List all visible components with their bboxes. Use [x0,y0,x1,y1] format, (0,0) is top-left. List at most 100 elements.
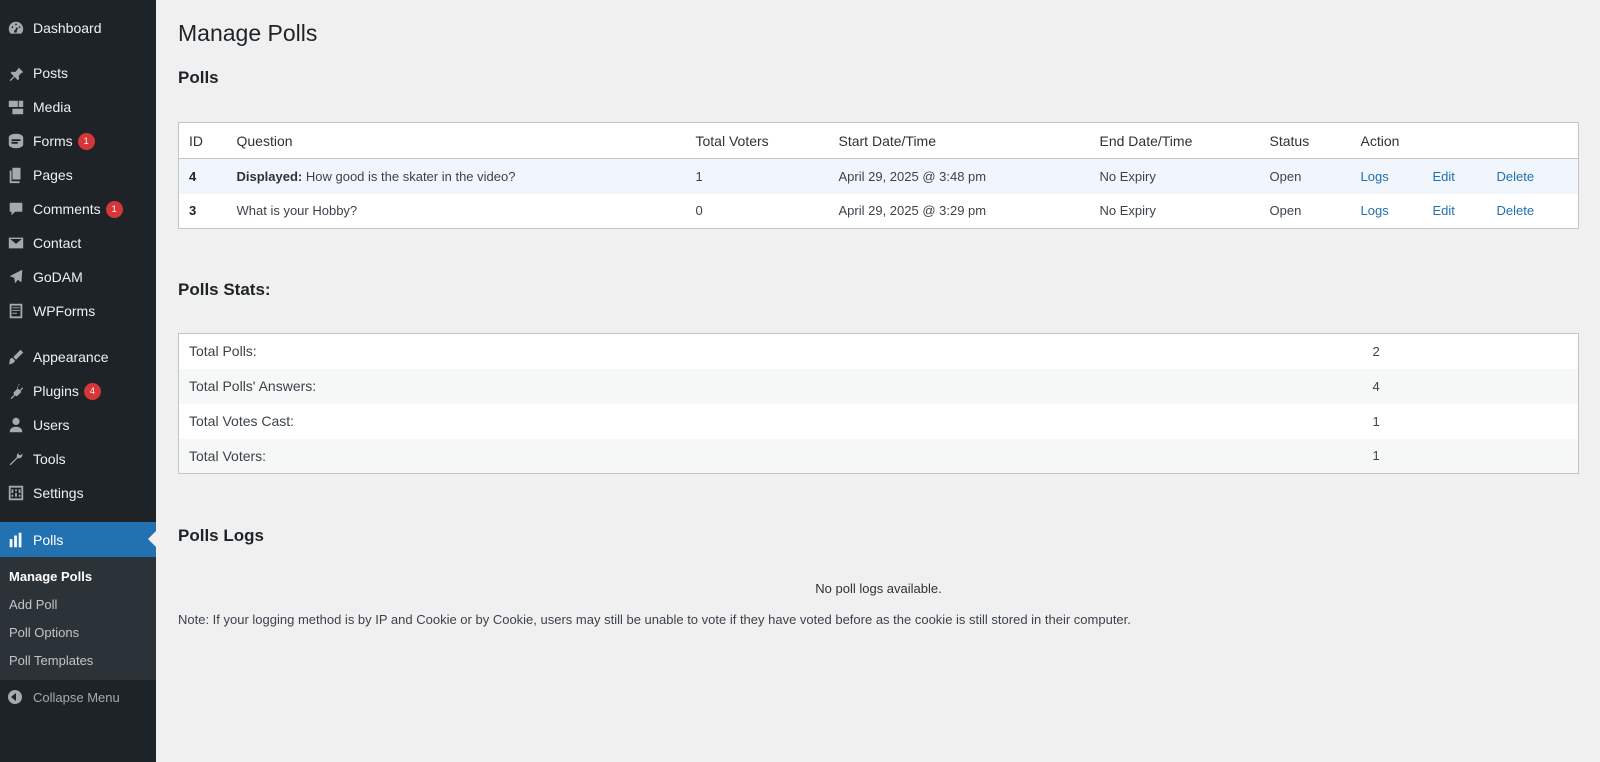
sidebar-item-label: Pages [33,167,73,183]
stat-value: 2 [1372,343,1380,359]
plugin-icon [6,381,26,401]
column-header-id: ID [178,122,227,159]
poll-voters: 1 [685,158,829,194]
poll-voters: 0 [695,203,703,219]
brush-icon [6,347,26,367]
page-title: Manage Polls [178,20,318,46]
edit-link[interactable]: Edit [1433,169,1455,184]
forms-icon [6,131,26,151]
notification-badge: 1 [77,132,95,150]
column-header-action: Action [1350,122,1579,159]
question-text: What is your Hobby? [236,203,358,219]
logs-heading: Polls Logs [178,526,264,545]
sidebar-item-media[interactable]: Media [0,90,156,124]
column-header-status: Status [1259,122,1351,159]
notification-badge: 1 [105,200,123,218]
sidebar-item-forms[interactable]: Forms 1 [0,124,156,158]
submenu-add-poll[interactable]: Add Poll [9,597,57,612]
notification-badge: 4 [83,382,101,400]
sidebar-item-contact[interactable]: Contact [0,226,156,260]
sidebar-item-label: Settings [33,485,84,501]
sidebar-item-posts[interactable]: Posts [0,56,156,90]
sidebar-item-label: GoDAM [33,269,83,285]
stats-row: Total Votes Cast: 1 [179,404,1579,439]
poll-question: What is your Hobby? [227,194,686,229]
sidebar-item-label: Comments [33,201,101,217]
stat-label: Total Polls' Answers: [178,368,1363,404]
settings-icon [6,483,26,503]
user-icon [6,415,26,435]
sidebar-item-plugins[interactable]: Plugins 4 [0,374,156,408]
submenu-poll-templates[interactable]: Poll Templates [9,653,93,668]
comment-icon [6,199,26,219]
admin-sidebar: Dashboard Posts Media Forms 1 Pages Comm… [0,0,156,762]
polls-submenu: Manage Polls Add Poll Poll Options Poll … [0,557,156,680]
edit-link[interactable]: Edit [1433,203,1455,218]
stats-row: Total Voters: 1 [178,438,1579,474]
polls-table: ID Question Total Voters Start Date/Time… [178,122,1579,229]
stats-row: Total Polls: 2 [179,334,1579,369]
stat-label: Total Voters: [178,438,1363,474]
delete-link[interactable]: Delete [1497,169,1535,184]
stat-label: Total Polls: [189,343,257,360]
poll-end: No Expiry [1089,158,1260,194]
godam-icon [6,267,26,287]
stats-heading: Polls Stats: [178,280,271,299]
submenu-manage-polls[interactable]: Manage Polls [9,569,92,584]
envelope-icon [6,233,26,253]
logging-note: Note: If your logging method is by IP an… [178,612,1131,627]
no-logs-message: No poll logs available. [815,581,942,596]
sidebar-item-label: Media [33,99,72,115]
sidebar-item-label: WPForms [33,303,96,319]
sidebar-item-label: Contact [33,235,82,251]
poll-end: No Expiry [1099,203,1156,219]
sidebar-item-label: Users [33,417,70,433]
stats-table: Total Polls: 2 Total Polls' Answers: 4 T… [178,333,1579,474]
sidebar-item-comments[interactable]: Comments 1 [0,192,156,226]
sidebar-item-label: Posts [33,65,69,81]
sidebar-item-tools[interactable]: Tools [0,442,156,476]
pages-icon [6,165,26,185]
sidebar-item-label: Plugins [33,383,79,399]
sidebar-item-godam[interactable]: GoDAM [0,260,156,294]
question-text: How good is the skater in the video? [305,168,516,184]
poll-status: Open [1269,203,1302,219]
column-header-total-voters: Total Voters [685,122,829,159]
bar-chart-icon [6,530,26,550]
collapse-menu-label: Collapse Menu [33,689,120,705]
sidebar-item-wpforms[interactable]: WPForms [0,294,156,328]
submenu-poll-options[interactable]: Poll Options [9,625,79,640]
dashboard-icon [6,18,26,38]
table-header-row: ID Question Total Voters Start Date/Time… [178,122,1579,159]
media-icon [6,97,26,117]
stats-row: Total Polls' Answers: 4 [178,368,1579,404]
collapse-icon [8,690,22,704]
sidebar-item-label: Polls [33,531,64,548]
poll-id: 3 [189,203,197,219]
sidebar-item-appearance[interactable]: Appearance [0,340,156,374]
sidebar-item-polls[interactable]: Polls [0,522,156,557]
collapse-menu-button[interactable]: Collapse Menu [0,684,156,710]
sidebar-item-users[interactable]: Users [0,408,156,442]
poll-id: 4 [178,158,227,194]
sidebar-item-settings[interactable]: Settings [0,476,156,510]
wrench-icon [6,449,26,469]
stat-value: 1 [1372,413,1380,429]
delete-link[interactable]: Delete [1497,203,1535,218]
column-header-start: Start Date/Time [828,122,1090,159]
sidebar-item-dashboard[interactable]: Dashboard [0,11,156,45]
logs-link[interactable]: Logs [1361,169,1389,184]
table-row: 3 What is your Hobby? 0 April 29, 2025 @… [179,194,1579,229]
poll-start: April 29, 2025 @ 3:48 pm [828,158,1090,194]
sidebar-item-label: Forms [33,133,73,149]
displayed-label: Displayed: [236,168,303,184]
sidebar-item-label: Dashboard [33,20,102,36]
poll-status: Open [1259,158,1351,194]
sidebar-item-label: Tools [33,451,66,467]
column-header-question: Question [226,122,686,159]
sidebar-item-pages[interactable]: Pages [0,158,156,192]
logs-link[interactable]: Logs [1361,203,1389,218]
table-row: 4 Displayed: How good is the skater in t… [178,158,1579,194]
sidebar-item-label: Appearance [33,349,109,365]
wpforms-icon [6,301,26,321]
